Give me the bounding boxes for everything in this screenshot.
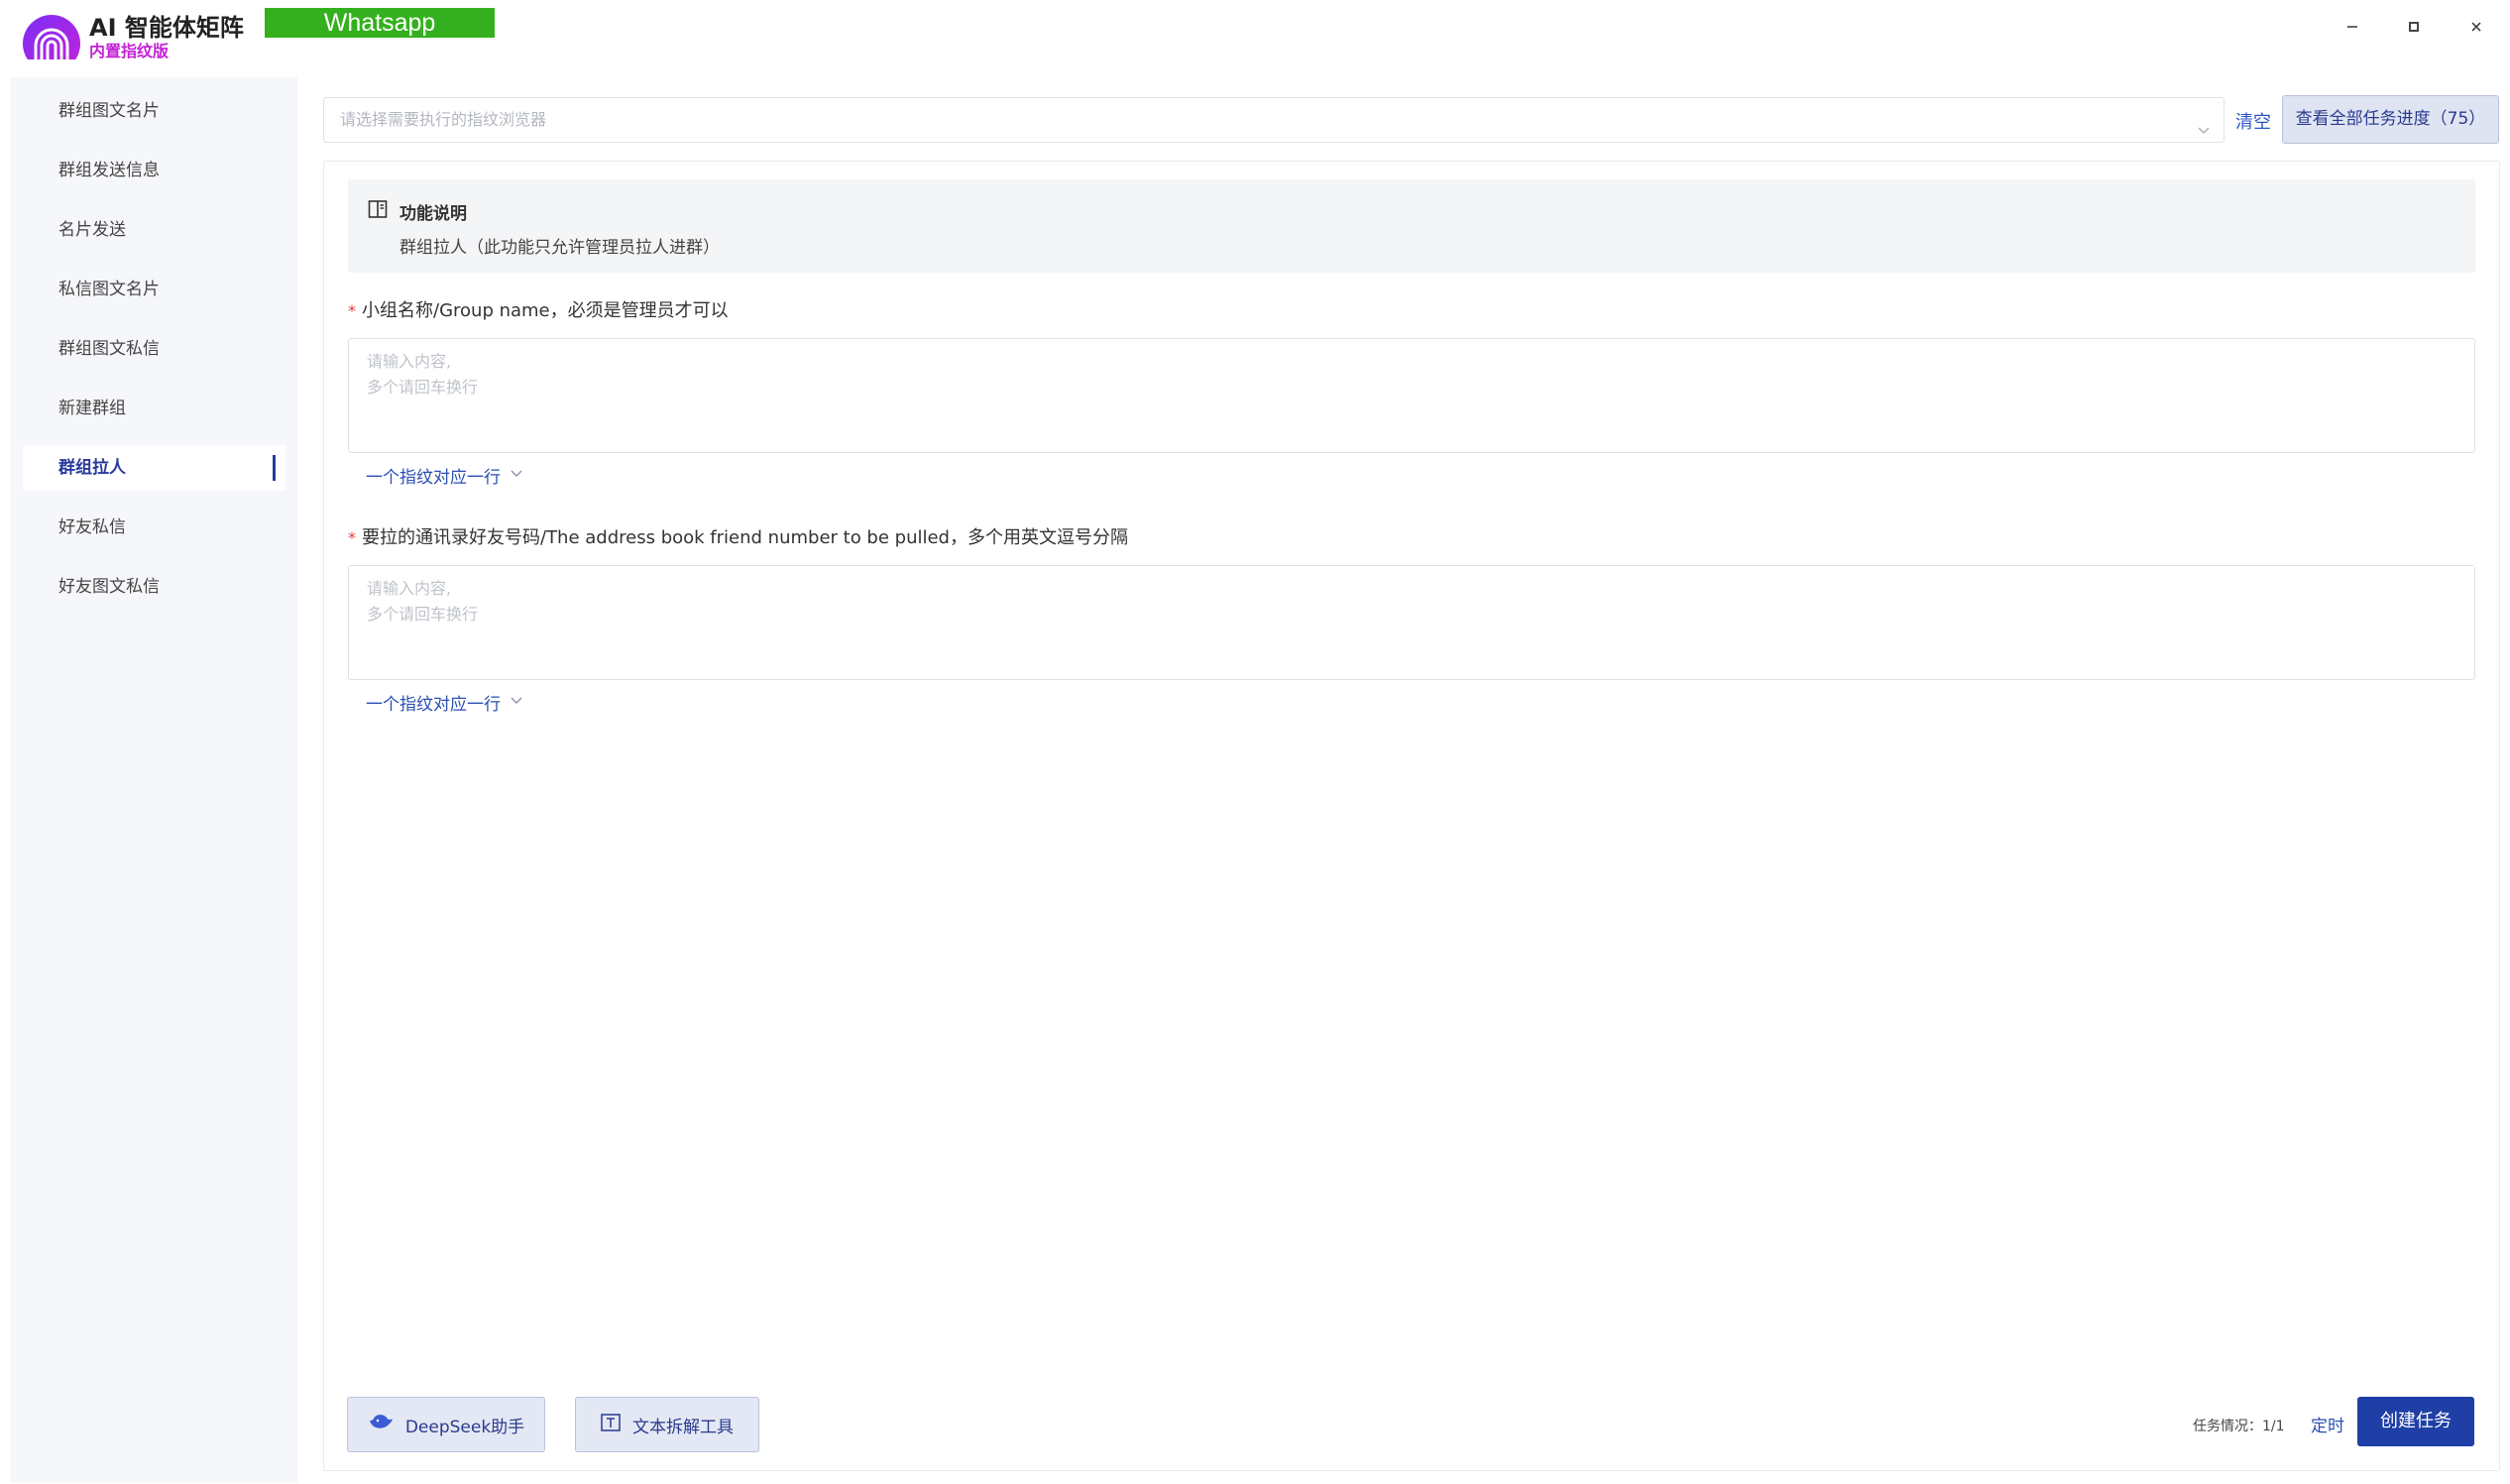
maximize-icon[interactable] <box>2394 10 2434 44</box>
friend-numbers-format-label: 一个指纹对应一行 <box>366 695 501 715</box>
group-name-format-label: 一个指纹对应一行 <box>366 468 501 488</box>
friend-numbers-format-toggle[interactable]: 一个指纹对应一行 <box>366 690 524 715</box>
sidebar-item-group-add-members[interactable]: 群组拉人 <box>23 445 285 491</box>
sidebar-item-new-group[interactable]: 新建群组 <box>23 386 285 431</box>
close-icon[interactable] <box>2456 10 2496 44</box>
browser-select-placeholder: 请选择需要执行的指纹浏览器 <box>340 110 547 129</box>
app-subtitle: 内置指纹版 <box>89 42 170 60</box>
group-name-label-text: 小组名称/Group name，必须是管理员才可以 <box>362 300 729 321</box>
sidebar-item-group-message[interactable]: 群组发送信息 <box>23 148 285 193</box>
sidebar-item-friend-dm[interactable]: 好友私信 <box>23 505 285 550</box>
clear-button[interactable]: 清空 <box>2235 108 2271 134</box>
sidebar: 群组图文名片 群组发送信息 名片发送 私信图文名片 群组图文私信 新建群组 群组… <box>10 77 297 1483</box>
sidebar-item-group-dm[interactable]: 群组图文私信 <box>23 326 285 372</box>
chevron-down-icon <box>509 465 524 486</box>
fingerprint-logo-icon <box>22 14 81 59</box>
friend-numbers-label-text: 要拉的通讯录好友号码/The address book friend numbe… <box>362 527 1128 548</box>
deepseek-assistant-label: DeepSeek助手 <box>404 1417 525 1437</box>
view-all-progress-button[interactable]: 查看全部任务进度（75） <box>2282 95 2499 144</box>
sidebar-item-card-send[interactable]: 名片发送 <box>23 207 285 253</box>
group-name-format-toggle[interactable]: 一个指纹对应一行 <box>366 463 524 488</box>
task-status: 任务情况：1/1 <box>2193 1419 2285 1434</box>
required-mark: * <box>348 528 356 547</box>
friend-numbers-label: * 要拉的通讯录好友号码/The address book friend numb… <box>348 523 1128 549</box>
deepseek-whale-icon <box>368 1413 394 1437</box>
placeholder-line: 请输入内容, <box>367 352 452 371</box>
feature-description: 功能说明 群组拉人（此功能只允许管理员拉人进群） <box>348 179 2475 273</box>
title-bar: AI 智能体矩阵 内置指纹版 Whatsapp <box>0 0 2510 67</box>
feature-description-title: 功能说明 <box>399 204 467 224</box>
placeholder-line: 请输入内容, <box>367 579 452 598</box>
text-tool-icon <box>601 1413 621 1436</box>
deepseek-assistant-button[interactable]: DeepSeek助手 <box>347 1397 545 1452</box>
group-name-input[interactable]: 请输入内容, 多个请回车换行 <box>348 338 2475 453</box>
placeholder-line: 多个请回车换行 <box>367 378 479 397</box>
text-split-tool-button[interactable]: 文本拆解工具 <box>575 1397 759 1452</box>
feature-description-text: 群组拉人（此功能只允许管理员拉人进群） <box>399 238 720 258</box>
sidebar-item-dm-card[interactable]: 私信图文名片 <box>23 267 285 312</box>
platform-badge[interactable]: Whatsapp <box>265 8 495 38</box>
required-mark: * <box>348 301 356 320</box>
group-name-label: * 小组名称/Group name，必须是管理员才可以 <box>348 296 729 322</box>
placeholder-line: 多个请回车换行 <box>367 605 479 624</box>
browser-select[interactable]: 请选择需要执行的指纹浏览器 <box>323 97 2225 143</box>
friend-numbers-input[interactable]: 请输入内容, 多个请回车换行 <box>348 565 2475 680</box>
sidebar-item-group-card[interactable]: 群组图文名片 <box>23 88 285 134</box>
chevron-down-icon <box>509 692 524 713</box>
book-icon <box>368 199 388 223</box>
chevron-down-icon <box>2196 111 2212 155</box>
minimize-icon[interactable] <box>2333 10 2372 44</box>
main-panel: 功能说明 群组拉人（此功能只允许管理员拉人进群） * 小组名称/Group nam… <box>323 161 2500 1471</box>
text-split-tool-label: 文本拆解工具 <box>632 1417 734 1437</box>
schedule-button[interactable]: 定时 <box>2311 1412 2344 1436</box>
sidebar-item-friend-card-dm[interactable]: 好友图文私信 <box>23 564 285 610</box>
create-task-button[interactable]: 创建任务 <box>2357 1397 2474 1446</box>
